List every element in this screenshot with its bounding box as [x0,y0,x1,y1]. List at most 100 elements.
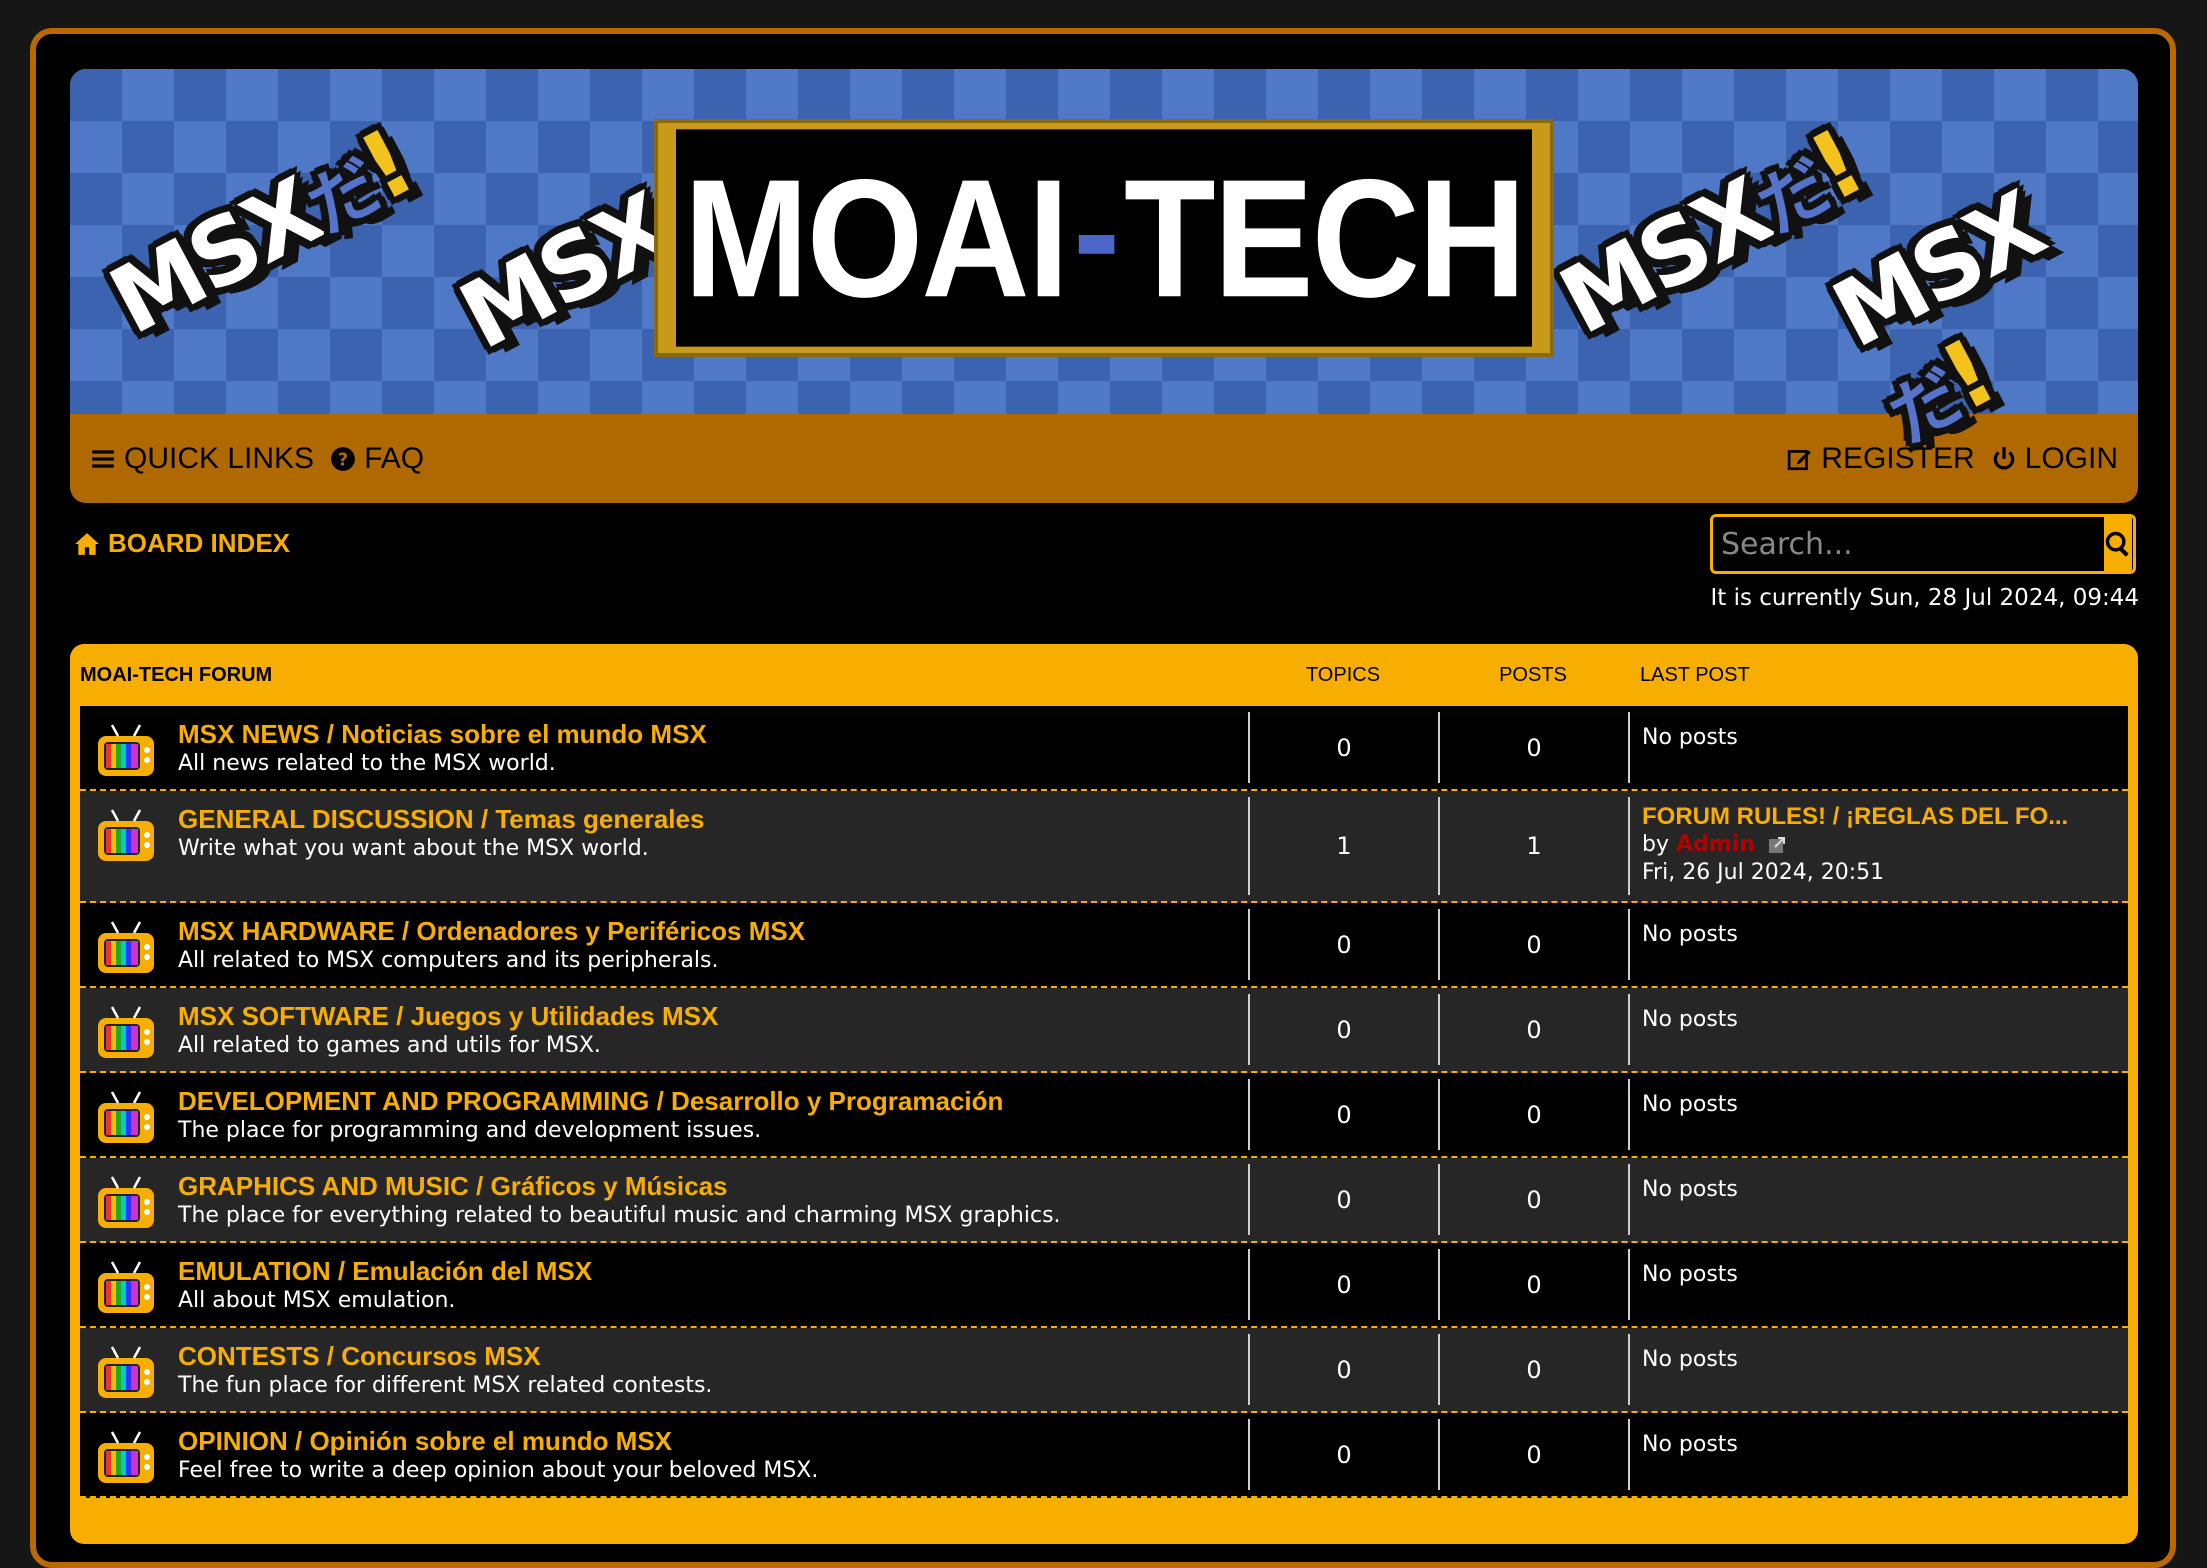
edit-icon [1788,449,1812,470]
faq-label: FAQ [364,441,425,475]
forum-list: MOAI-TECH FORUM TOPICS POSTS LAST POST M… [70,644,2138,1544]
site-header: MSXだ! MSXだ! MSXだ! MSXだ! MOAI-TECH QUICK … [70,69,2138,503]
forum-title[interactable]: GRAPHICS AND MUSIC / Gráficos y Músicas [178,1170,1061,1202]
forum-list-header: MOAI-TECH FORUM TOPICS POSTS LAST POST [80,644,2128,706]
posts-count: 0 [1438,1249,1628,1320]
home-icon [75,532,99,555]
last-post-empty: No posts [1642,1262,1738,1287]
last-post-by: by [1642,832,1669,857]
last-post-date: Fri, 26 Jul 2024, 20:51 [1642,860,1885,885]
login-link[interactable]: LOGIN [1991,442,2118,476]
navbar: QUICK LINKS ? FAQ REGISTER LOGIN [70,414,2138,503]
site-title-left: MOAI [683,143,1070,332]
search-button[interactable] [2102,517,2132,571]
last-post-empty: No posts [1642,1007,1738,1032]
login-label: LOGIN [2024,441,2118,475]
forum-description: Write what you want about the MSX world. [178,836,649,861]
register-link[interactable]: REGISTER [1787,441,1975,476]
svg-text:?: ? [338,450,348,470]
forum-description: All news related to the MSX world. [178,751,556,776]
search-icon [2105,531,2129,557]
faq-link[interactable]: ? FAQ [330,442,424,476]
topics-count: 0 [1248,1249,1438,1320]
posts-count: 0 [1438,712,1628,783]
forum-title[interactable]: CONTESTS / Concursos MSX [178,1340,712,1372]
forum-row[interactable]: DEVELOPMENT AND PROGRAMMING / Desarrollo… [80,1073,2128,1158]
topics-count: 0 [1248,1164,1438,1235]
last-post-empty: No posts [1642,1177,1738,1202]
forum-title[interactable]: OPINION / Opinión sobre el mundo MSX [178,1425,818,1457]
hamburger-icon [92,449,114,468]
topics-count: 0 [1248,712,1438,783]
forum-description: The place for programming and developmen… [178,1118,762,1143]
forum-description: All about MSX emulation. [178,1288,456,1313]
question-circle-icon: ? [331,446,355,471]
search-input[interactable] [1713,517,2102,571]
forum-row[interactable]: EMULATION / Emulación del MSX All about M… [80,1243,2128,1328]
header-last-post: LAST POST [1640,663,1750,686]
tv-forum-icon [98,1261,154,1313]
topics-count: 0 [1248,1419,1438,1490]
gear-icon [2134,530,2136,558]
last-post-empty: No posts [1642,1432,1738,1457]
posts-count: 0 [1438,1419,1628,1490]
forum-title[interactable]: MSX NEWS / Noticias sobre el mundo MSX [178,718,707,750]
forum-title[interactable]: MSX SOFTWARE / Juegos y Utilidades MSX [178,1000,718,1032]
power-icon [1993,446,2014,470]
site-title-separator: - [1073,142,1120,319]
tv-forum-icon [98,1431,154,1483]
current-time: It is currently Sun, 28 Jul 2024, 09:44 [1710,585,2139,611]
site-title-right: TECH [1123,143,1526,332]
forum-row[interactable]: GRAPHICS AND MUSIC / Gráficos y Músicas T… [80,1158,2128,1243]
breadcrumb-board-index[interactable]: BOARD INDEX [74,528,290,559]
posts-count: 1 [1438,797,1628,895]
last-post-empty: No posts [1642,1092,1738,1117]
quick-links-label: QUICK LINKS [124,441,315,475]
forum-row[interactable]: GENERAL DISCUSSION / Temas generales Writ… [80,791,2128,903]
forum-title[interactable]: DEVELOPMENT AND PROGRAMMING / Desarrollo… [178,1085,1003,1117]
posts-count: 0 [1438,1334,1628,1405]
tv-forum-icon [98,724,154,776]
forum-description: All related to games and utils for MSX. [178,1033,601,1058]
posts-count: 0 [1438,994,1628,1065]
forum-row[interactable]: OPINION / Opinión sobre el mundo MSX Feel… [80,1413,2128,1498]
forum-title[interactable]: GENERAL DISCUSSION / Temas generales [178,803,704,835]
tv-forum-icon [98,1346,154,1398]
last-post-author[interactable]: Admin [1676,832,1755,857]
tv-forum-icon [98,809,154,861]
advanced-search-button[interactable] [2132,517,2136,571]
header-forum: MOAI-TECH FORUM [80,663,273,686]
tv-forum-icon [98,1006,154,1058]
forum-row[interactable]: MSX HARDWARE / Ordenadores y Periféricos… [80,903,2128,988]
quick-links-button[interactable]: QUICK LINKS [90,442,314,476]
forum-row[interactable]: CONTESTS / Concursos MSX The fun place fo… [80,1328,2128,1413]
forum-title[interactable]: MSX HARDWARE / Ordenadores y Periféricos… [178,915,805,947]
last-post-empty: No posts [1642,922,1738,947]
forum-row[interactable]: MSX SOFTWARE / Juegos y Utilidades MSX Al… [80,988,2128,1073]
forum-description: Feel free to write a deep opinion about … [178,1458,819,1483]
forum-row[interactable]: MSX NEWS / Noticias sobre el mundo MSX Al… [80,706,2128,791]
posts-count: 0 [1438,909,1628,980]
topics-count: 0 [1248,1079,1438,1150]
topics-count: 0 [1248,1334,1438,1405]
tv-forum-icon [98,1091,154,1143]
forum-description: The fun place for different MSX related … [178,1373,713,1398]
register-label: REGISTER [1821,441,1975,475]
tv-forum-icon [98,1176,154,1228]
forum-title[interactable]: EMULATION / Emulación del MSX [178,1255,592,1287]
external-link-icon[interactable] [1768,836,1786,854]
search-form [1710,514,2136,574]
forum-description: All related to MSX computers and its per… [178,948,719,973]
msx-logo: MSXだ! [1543,109,1878,356]
topics-count: 0 [1248,994,1438,1065]
forum-description: The place for everything related to beau… [178,1203,1061,1228]
topics-count: 0 [1248,909,1438,980]
breadcrumb-label: BOARD INDEX [108,528,291,558]
last-post-empty: No posts [1642,1347,1738,1372]
last-post-empty: No posts [1642,725,1738,750]
site-banner[interactable]: MSXだ! MSXだ! MSXだ! MSXだ! MOAI-TECH [70,69,2138,459]
site-title-logo: MOAI - TECH [654,119,1554,357]
msx-logo: MSXだ! [93,109,428,356]
last-post-title[interactable]: FORUM RULES! / ¡REGLAS DEL FO... [1642,803,2116,831]
tv-forum-icon [98,921,154,973]
